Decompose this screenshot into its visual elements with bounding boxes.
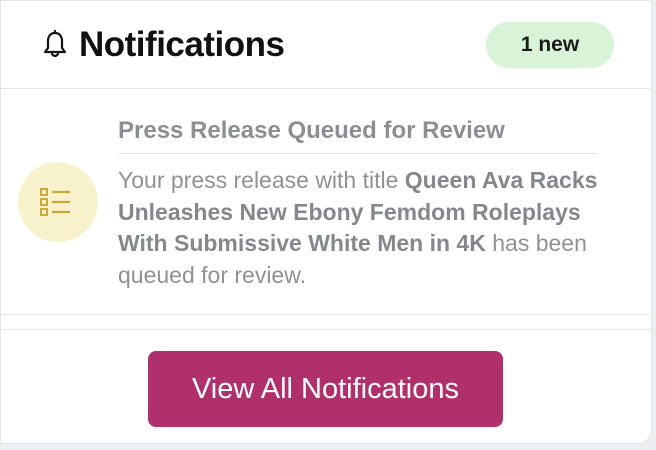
notifications-panel: Notifications 1 new Press Release Queued… (0, 0, 652, 444)
page-title: Notifications (79, 25, 285, 64)
panel-header: Notifications 1 new (1, 1, 651, 89)
list-icon (40, 188, 70, 216)
footer-divider (1, 329, 651, 330)
notification-item[interactable]: Press Release Queued for Review Your pre… (1, 89, 651, 315)
new-count-badge: 1 new (486, 22, 614, 68)
notification-title-divider (118, 153, 598, 154)
bell-icon (43, 29, 67, 60)
notification-body: Your press release with title Queen Ava … (118, 165, 608, 291)
notification-icon-circle (18, 162, 98, 242)
view-all-notifications-button[interactable]: View All Notifications (148, 351, 503, 427)
notification-title: Press Release Queued for Review (118, 117, 505, 144)
notification-body-prefix: Your press release with title (118, 167, 405, 193)
